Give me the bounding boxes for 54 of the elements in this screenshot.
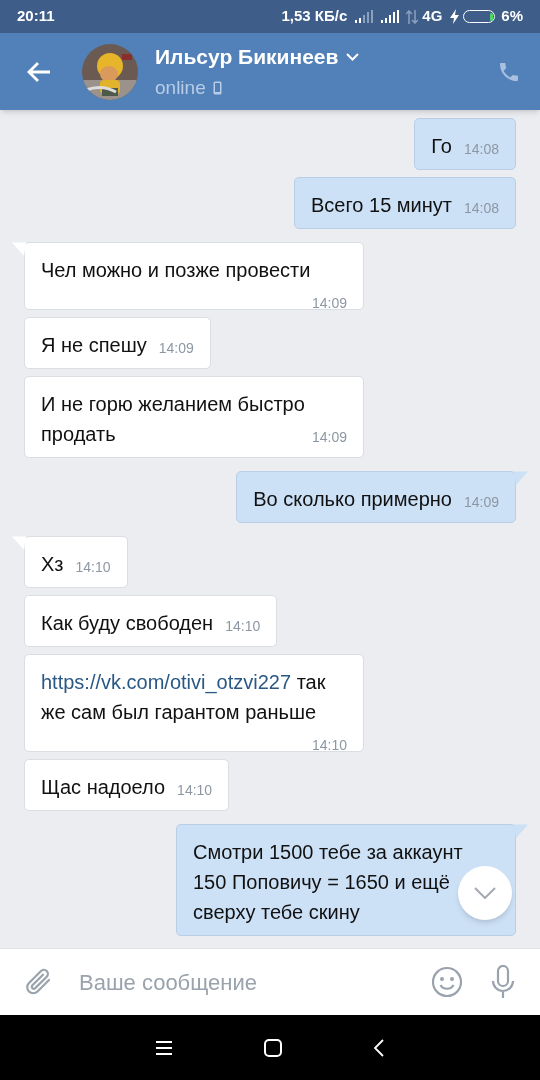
message-bubble[interactable]: Я не спешу 14:09 <box>24 317 211 369</box>
message-bubble[interactable]: Как буду свободен 14:10 <box>24 595 278 647</box>
mobile-phone-icon <box>212 80 222 95</box>
message-bubble[interactable]: Смотри 1500 тебе за аккаунт 150 Поповичу = 1650 и ещё сверху тебе скину <box>176 824 516 936</box>
network-type: 4G <box>422 6 443 27</box>
chevron-down-icon[interactable] <box>346 52 360 61</box>
message-time: 14:08 <box>463 140 499 159</box>
message-text: Во сколько примерно <box>253 488 452 510</box>
menu-icon[interactable] <box>156 1040 172 1055</box>
message-text: Хз <box>41 553 64 575</box>
message-time: 14:10 <box>311 736 347 755</box>
paperclip-icon[interactable] <box>25 967 53 997</box>
microphone-icon[interactable] <box>491 965 515 999</box>
message-time: 14:10 <box>225 617 261 636</box>
message-text: Как буду свободен <box>41 612 214 634</box>
signal-icon <box>381 10 400 23</box>
message-time: 14:10 <box>177 781 213 800</box>
message-text: Я не спешу <box>41 334 147 356</box>
clock: 20:11 <box>17 6 55 27</box>
charging-icon <box>450 9 460 24</box>
signal-icon <box>355 10 374 23</box>
message-time: 14:09 <box>311 294 347 313</box>
message-time: 14:08 <box>463 199 499 218</box>
message-text: И не горю желанием быстро продать <box>41 393 305 445</box>
message-text: Всего 15 минут <box>311 194 452 216</box>
contact-name[interactable]: Ильсур Бикинеев <box>155 41 339 73</box>
message-text: Щас надоело <box>41 776 166 798</box>
message-text: Чел можно и позже провести <box>41 259 311 281</box>
message-time: 14:09 <box>463 493 499 512</box>
message-time: 14:10 <box>75 558 111 577</box>
message-time: 14:09 <box>311 428 347 447</box>
message-bubble[interactable]: Хз 14:10 <box>24 536 128 588</box>
message-text: https://vk.com/otivi_otzvi227 так же сам был гарантом раньше <box>41 671 326 723</box>
message-bubble[interactable]: Во сколько примерно 14:09 <box>236 471 516 523</box>
message-bubble[interactable]: Го 14:08 <box>414 118 516 170</box>
message-bubble[interactable]: Всего 15 минут 14:08 <box>294 177 516 229</box>
message-text: Смотри 1500 тебе за аккаунт 150 Поповичу = 1650 и ещё сверху тебе скину <box>193 841 463 923</box>
message-text: Го <box>431 135 452 157</box>
data-arrows-icon <box>406 9 419 24</box>
message-bubble[interactable]: И не горю желанием быстро продать 14:09 <box>24 376 364 458</box>
back-icon[interactable] <box>374 1038 384 1057</box>
battery-percent: 6% <box>501 6 523 27</box>
chevron-down-icon <box>474 887 496 899</box>
message-composer[interactable]: Ваше сообщение <box>0 948 540 1015</box>
message-bubble[interactable]: https://vk.com/otivi_otzvi227 так же сам был гарантом раньше 14:10 <box>24 654 364 752</box>
message-bubble[interactable]: Щас надоело 14:10 <box>24 759 230 811</box>
presence-status: online <box>155 75 206 100</box>
smiley-icon[interactable] <box>431 966 463 998</box>
message-input[interactable]: Ваше сообщение <box>79 965 423 999</box>
network-speed: 1,53 КБ/с <box>281 6 348 27</box>
message-time: 14:09 <box>158 339 194 358</box>
message-bubble[interactable]: Чел можно и позже провести 14:09 <box>24 242 364 310</box>
link[interactable]: https://vk.com/otivi_otzvi227 <box>41 671 292 693</box>
home-icon[interactable] <box>264 1038 282 1057</box>
